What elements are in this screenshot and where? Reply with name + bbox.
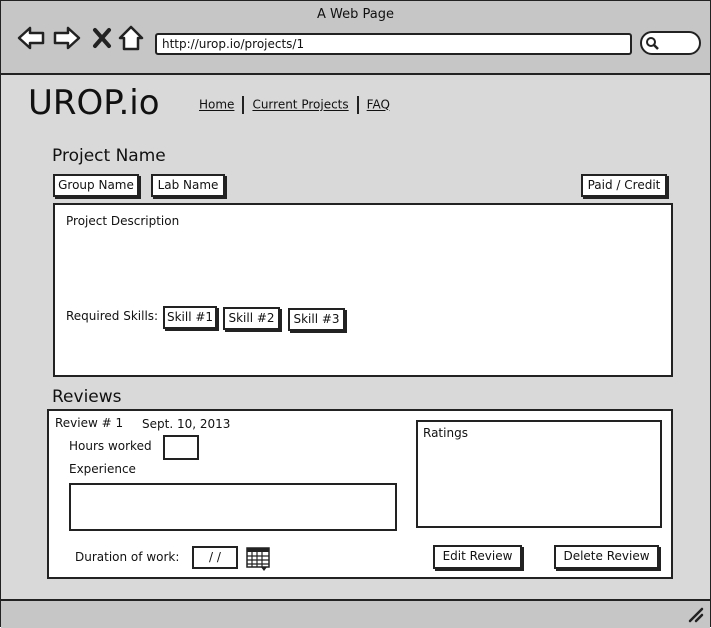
skill-tag[interactable]: Skill #2 [223, 307, 280, 330]
lab-name-button[interactable]: Lab Name [151, 174, 225, 197]
browser-window: A Web Page http://urop.io/projects/1 URO… [0, 0, 711, 628]
hours-worked-label: Hours worked [69, 439, 152, 453]
forward-arrow-icon[interactable] [53, 25, 81, 51]
ratings-label: Ratings [423, 426, 468, 440]
resize-grip-icon[interactable] [688, 607, 704, 623]
search-icon [646, 37, 659, 50]
browser-titlebar: A Web Page http://urop.io/projects/1 [1, 1, 710, 75]
project-description-panel: Project Description Required Skills: Ski… [53, 203, 673, 377]
site-logo[interactable]: UROP.io [28, 83, 160, 123]
edit-review-button[interactable]: Edit Review [433, 545, 522, 569]
project-name: Project Name [52, 146, 166, 166]
review-number: Review # 1 [55, 416, 124, 430]
nav-separator [242, 96, 245, 114]
ratings-box: Ratings [416, 420, 662, 528]
nav-separator [356, 96, 359, 114]
skill-tag[interactable]: Skill #3 [288, 308, 345, 331]
window-title: A Web Page [317, 7, 394, 22]
calendar-icon[interactable] [246, 546, 272, 572]
group-name-button[interactable]: Group Name [53, 174, 139, 197]
nav-faq-link[interactable]: FAQ [367, 98, 390, 112]
review-card: Review # 1 Sept. 10, 2013 Hours worked E… [47, 409, 673, 579]
home-icon[interactable] [118, 25, 144, 51]
url-bar[interactable]: http://urop.io/projects/1 [155, 33, 632, 55]
browser-statusbar [1, 599, 710, 628]
duration-label: Duration of work: [75, 550, 180, 564]
close-icon[interactable] [91, 25, 113, 51]
project-description: Project Description [66, 214, 180, 228]
experience-textarea[interactable] [69, 483, 397, 531]
review-date: Sept. 10, 2013 [142, 417, 231, 431]
main-nav: Home Current Projects FAQ [199, 96, 390, 114]
required-skills-label: Required Skills: [66, 309, 159, 323]
paid-credit-button[interactable]: Paid / Credit [581, 174, 667, 197]
nav-home-link[interactable]: Home [199, 98, 234, 112]
experience-label: Experience [69, 462, 136, 476]
back-arrow-icon[interactable] [17, 25, 45, 51]
hours-worked-input[interactable] [163, 435, 199, 460]
reviews-heading: Reviews [52, 387, 122, 407]
skill-tag[interactable]: Skill #1 [163, 306, 217, 329]
nav-current-projects-link[interactable]: Current Projects [252, 98, 348, 112]
search-box[interactable] [640, 31, 701, 55]
delete-review-button[interactable]: Delete Review [554, 545, 659, 569]
duration-date-input[interactable]: / / [192, 546, 238, 569]
